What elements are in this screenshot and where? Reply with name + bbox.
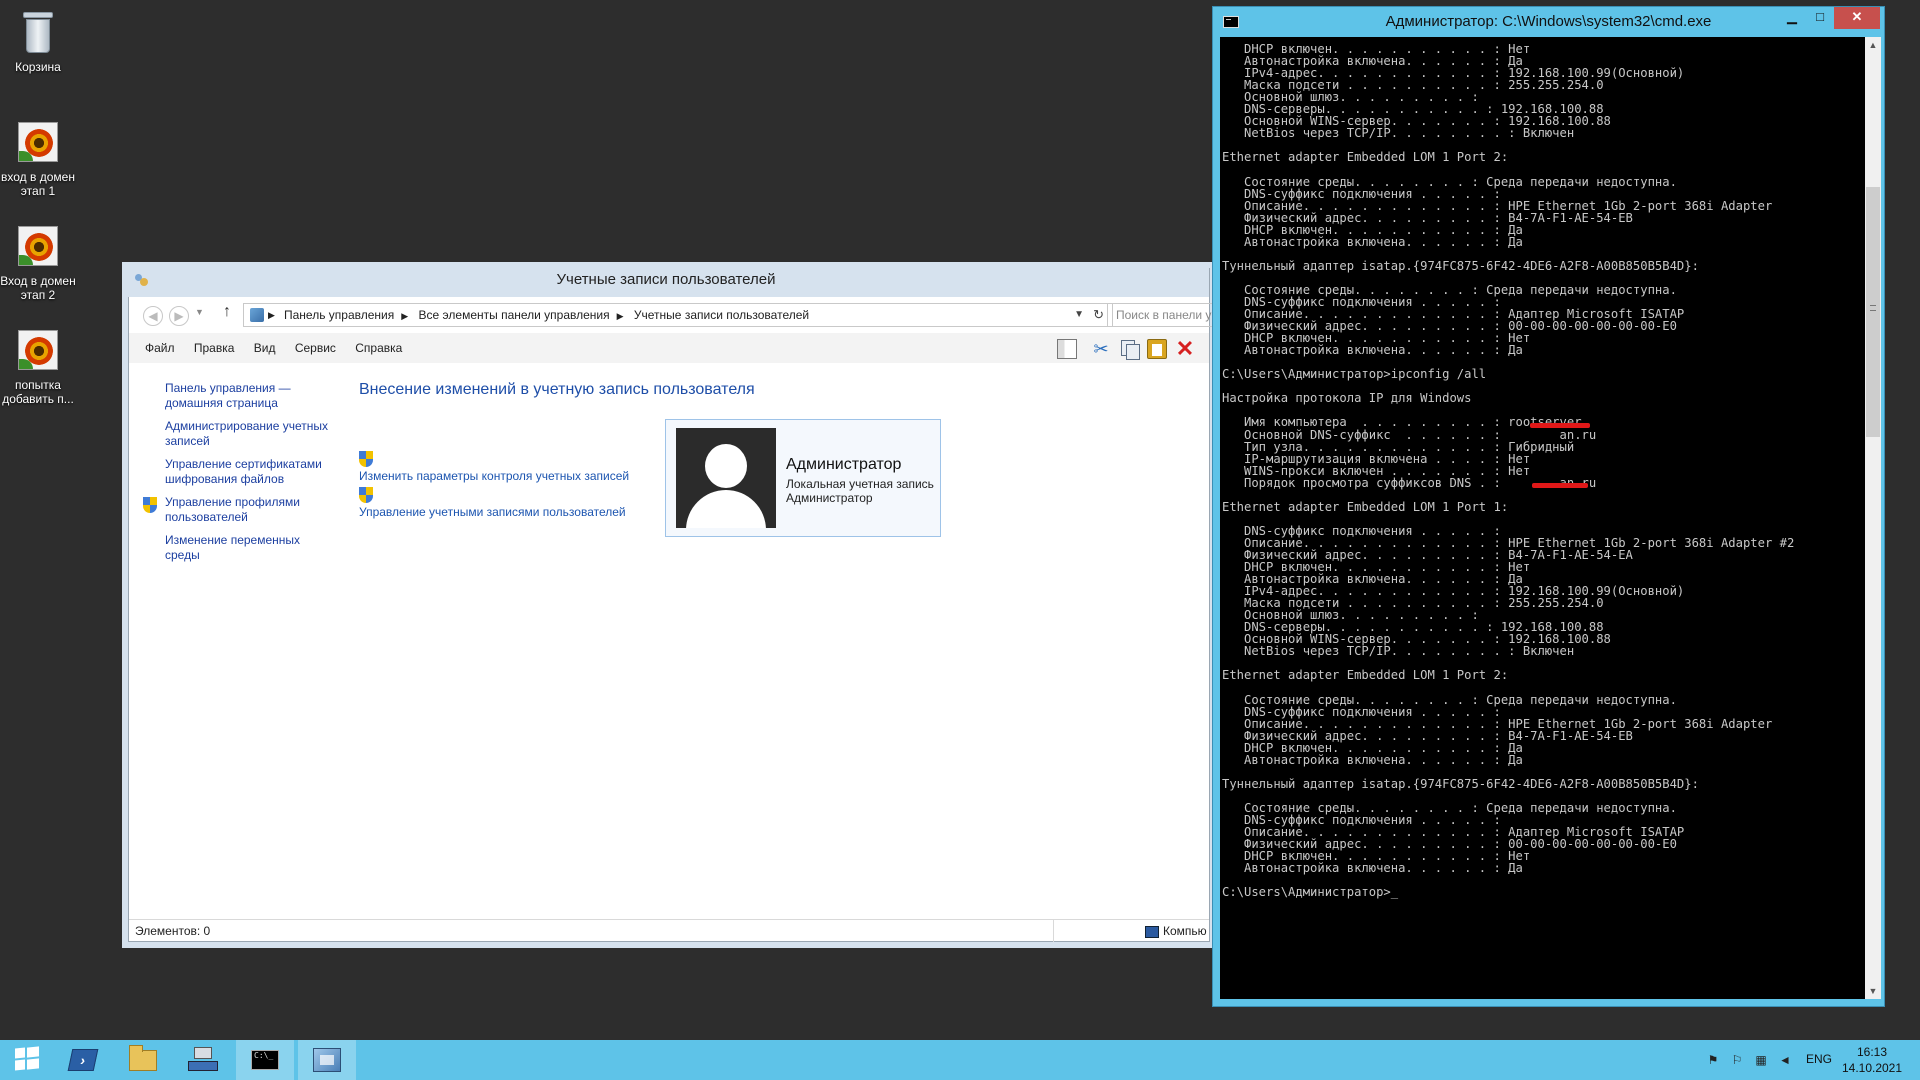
start-button[interactable]: [2, 1040, 60, 1080]
address-bar[interactable]: ▶ Панель управления ▶ Все элементы панели…: [243, 303, 1113, 327]
search-input[interactable]: Поиск в панели у: [1107, 303, 1217, 327]
layout-icon[interactable]: [1057, 339, 1077, 359]
redaction-mark: [1532, 483, 1588, 488]
desktop-icon-label: попытка добавить п...: [2, 378, 74, 406]
user-card[interactable]: Администратор Локальная учетная запись А…: [665, 419, 941, 537]
back-button[interactable]: ◀: [143, 306, 163, 326]
windows-logo-icon: [15, 1047, 25, 1059]
minimize-button[interactable]: ▁: [1778, 7, 1806, 29]
scroll-thumb[interactable]: [1866, 187, 1880, 437]
uac-shield-icon: [359, 451, 373, 467]
flag-tray-icon[interactable]: ⚐: [1730, 1053, 1744, 1067]
menu-file[interactable]: Файл: [145, 333, 175, 363]
status-bar: Элементов: 0 Компью: [129, 919, 1209, 942]
folder-icon: [129, 1045, 157, 1071]
taskbar-file-explorer[interactable]: [114, 1040, 172, 1080]
explorer-title: Учетные записи пользователей: [556, 271, 776, 288]
redaction-mark: [1530, 423, 1590, 428]
paste-icon[interactable]: [1147, 339, 1167, 359]
task-manage-user-accounts[interactable]: Управление учетными записями пользовател…: [359, 505, 626, 519]
menu-view[interactable]: Вид: [254, 333, 276, 363]
uac-shield-icon: [359, 487, 373, 503]
volume-icon[interactable]: ◄: [1778, 1053, 1792, 1067]
menu-help[interactable]: Справка: [355, 333, 402, 363]
desktop-icon-label: Вход в домен этап 2: [0, 274, 76, 302]
scroll-up-icon[interactable]: ▲: [1865, 37, 1881, 53]
task-change-uac-settings[interactable]: Изменить параметры контроля учетных запи…: [359, 469, 629, 483]
explorer-titlebar[interactable]: Учетные записи пользователей: [123, 263, 1209, 297]
recent-pages-chevron-icon[interactable]: ▼: [195, 307, 204, 317]
explorer-window: Учетные записи пользователей ◀ ▶ ▼ ↑ ▶ П…: [123, 263, 1217, 942]
menu-bar: Файл Правка Вид Сервис Справка ✂ ✕: [129, 333, 1209, 363]
user-type: Локальная учетная запись: [786, 477, 934, 491]
breadcrumb-item[interactable]: Учетные записи пользователей: [634, 308, 809, 322]
uac-shield-icon: [143, 497, 157, 513]
console-text: DHCP включен. . . . . . . . . . . : Нет …: [1222, 42, 1795, 900]
control-panel-icon: [313, 1048, 341, 1072]
cut-icon[interactable]: ✂: [1091, 339, 1111, 359]
taskbar-control-panel[interactable]: [298, 1040, 356, 1080]
refresh-icon[interactable]: ↻: [1093, 304, 1104, 326]
forward-button[interactable]: ▶: [169, 306, 189, 326]
copy-icon[interactable]: [1119, 339, 1140, 360]
console-scrollbar[interactable]: ▲ ▼: [1865, 37, 1881, 999]
page-heading: Внесение изменений в учетную запись поль…: [359, 381, 755, 398]
cmd-window: Администратор: C:\Windows\system32\cmd.e…: [1212, 6, 1885, 1007]
console-output[interactable]: DHCP включен. . . . . . . . . . . : Нет …: [1220, 37, 1865, 999]
control-panel-icon: [250, 308, 264, 322]
scroll-down-icon[interactable]: ▼: [1865, 983, 1881, 999]
up-button[interactable]: ↑: [223, 303, 231, 321]
clock-date: 14.10.2021: [1841, 1061, 1903, 1075]
user-name: Администратор: [786, 456, 902, 473]
taskbar: › C:\_ ⚑ ⚐ ▦ ◄ ENG 16:13 14.10.2021: [0, 1040, 1920, 1080]
desktop-icon-label: Корзина: [15, 60, 61, 74]
computer-icon: [1145, 925, 1159, 938]
network-tray-icon[interactable]: ⚑: [1706, 1053, 1720, 1067]
breadcrumb-item[interactable]: Все элементы панели управления: [419, 308, 610, 322]
language-indicator[interactable]: ENG: [1806, 1052, 1832, 1066]
powershell-icon: ›: [67, 1049, 99, 1071]
user-group: Администратор: [786, 491, 873, 505]
cmd-icon: C:\_: [251, 1050, 279, 1070]
desktop-icon-attempt-add[interactable]: попытка добавить п...: [0, 326, 76, 406]
nav-env-variables[interactable]: Изменение переменных среды: [165, 533, 335, 563]
items-count: Элементов: 0: [135, 924, 211, 938]
cmd-title: Администратор: C:\Windows\system32\cmd.e…: [1385, 13, 1712, 30]
status-location: Компью: [1145, 920, 1207, 942]
clock-time: 16:13: [1856, 1045, 1888, 1059]
taskbar-server-manager[interactable]: [174, 1040, 232, 1080]
shortcut-icon: [14, 118, 62, 166]
server-manager-icon: [188, 1047, 218, 1073]
menu-edit[interactable]: Правка: [194, 333, 235, 363]
desktop-icon-domain-step2[interactable]: Вход в домен этап 2: [0, 222, 76, 302]
shortcut-icon: [14, 326, 62, 374]
desktop-icon-label: вход в домен этап 1: [1, 170, 75, 198]
recycle-bin-icon: [21, 12, 55, 54]
desktop-icon-recycle-bin[interactable]: Корзина: [0, 8, 76, 74]
taskbar-powershell[interactable]: ›: [54, 1040, 112, 1080]
users-icon: [133, 272, 149, 288]
address-row: ◀ ▶ ▼ ↑ ▶ Панель управления ▶ Все элемент…: [129, 297, 1217, 335]
address-dropdown-icon[interactable]: ▼: [1074, 304, 1084, 326]
breadcrumb-item[interactable]: Панель управления: [284, 308, 394, 322]
taskbar-cmd[interactable]: C:\_: [236, 1040, 294, 1080]
delete-icon[interactable]: ✕: [1175, 338, 1195, 360]
menu-service[interactable]: Сервис: [295, 333, 336, 363]
nav-control-panel-home[interactable]: Панель управления — домашняя страница: [165, 381, 335, 411]
clock[interactable]: 16:13 14.10.2021: [1832, 1044, 1912, 1076]
desktop-icon-domain-step1[interactable]: вход в домен этап 1: [0, 118, 76, 198]
cmd-icon: [1223, 16, 1239, 28]
nav-user-profiles[interactable]: Управление профилями пользователей: [165, 495, 335, 525]
network-status-icon[interactable]: ▦: [1754, 1053, 1768, 1067]
avatar: [676, 428, 776, 528]
maximize-button[interactable]: □: [1806, 7, 1834, 29]
close-button[interactable]: ✕: [1834, 7, 1880, 29]
nav-admin-accounts[interactable]: Администрирование учетных записей: [165, 419, 335, 449]
nav-encryption-certs[interactable]: Управление сертификатами шифрования файл…: [165, 457, 335, 487]
shortcut-icon: [14, 222, 62, 270]
